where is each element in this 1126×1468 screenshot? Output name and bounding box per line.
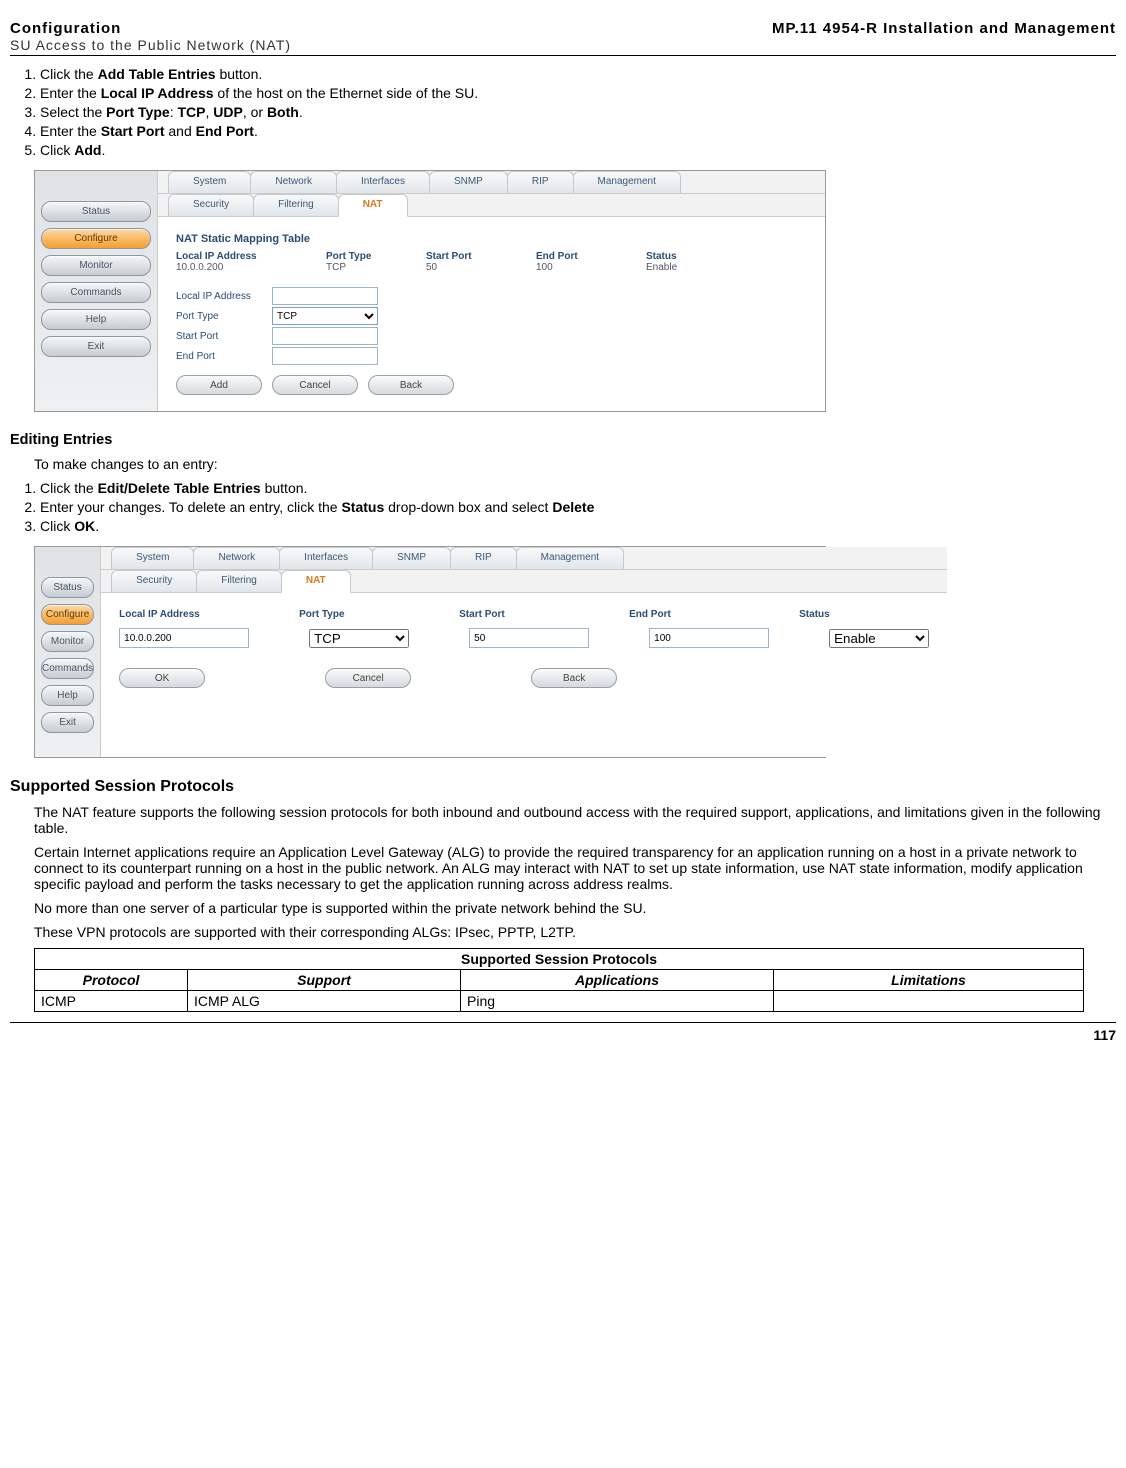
sidebar-monitor[interactable]: Monitor	[41, 255, 151, 276]
ok-button[interactable]: OK	[119, 668, 205, 688]
col-applications: Applications	[461, 970, 774, 991]
tab-management[interactable]: Management	[573, 171, 681, 193]
tab-snmp[interactable]: SNMP	[429, 171, 508, 193]
table-header: Local IP Address Port Type Start Port En…	[119, 609, 929, 620]
input-start-port[interactable]	[272, 327, 378, 345]
header-subtitle: SU Access to the Public Network (NAT)	[10, 37, 291, 53]
page-header: Configuration SU Access to the Public Ne…	[10, 20, 1116, 56]
label-start-port: Start Port	[176, 331, 266, 342]
sidebar-help[interactable]: Help	[41, 685, 94, 706]
back-button[interactable]: Back	[531, 668, 617, 688]
tab-interfaces[interactable]: Interfaces	[279, 547, 373, 569]
sidebar-commands[interactable]: Commands	[41, 282, 151, 303]
header-title: Configuration	[10, 20, 291, 37]
step-4: Enter the Start Port and End Port.	[40, 123, 1116, 139]
tab-system[interactable]: System	[168, 171, 251, 193]
subtab-filtering[interactable]: Filtering	[196, 570, 282, 592]
supported-protocols-heading: Supported Session Protocols	[10, 778, 1116, 796]
table-caption: Supported Session Protocols	[35, 949, 1084, 970]
tab-rip[interactable]: RIP	[507, 171, 574, 193]
header-left: Configuration SU Access to the Public Ne…	[10, 20, 291, 53]
proto-p1: The NAT feature supports the following s…	[34, 804, 1116, 836]
screenshot-edit-entry: Status Configure Monitor Commands Help E…	[34, 546, 826, 758]
edit-step-2: Enter your changes. To delete an entry, …	[40, 499, 1116, 515]
table-header: Local IP Address Port Type Start Port En…	[176, 251, 807, 262]
sidebar-status[interactable]: Status	[41, 201, 151, 222]
back-button[interactable]: Back	[368, 375, 454, 395]
tab-rip[interactable]: RIP	[450, 547, 517, 569]
select-status[interactable]: Enable	[829, 629, 929, 648]
tab-snmp[interactable]: SNMP	[372, 547, 451, 569]
col-protocol: Protocol	[35, 970, 188, 991]
edit-row: TCP Enable	[119, 628, 929, 648]
select-port-type[interactable]: TCP	[272, 307, 378, 325]
sidebar-status[interactable]: Status	[41, 577, 94, 598]
select-port-type[interactable]: TCP	[309, 629, 409, 648]
proto-p4: These VPN protocols are supported with t…	[34, 924, 1116, 940]
input-end-port[interactable]	[272, 347, 378, 365]
tab-network[interactable]: Network	[250, 171, 337, 193]
sidebar-exit[interactable]: Exit	[41, 712, 94, 733]
sidebar: Status Configure Monitor Commands Help E…	[35, 547, 100, 757]
input-ip[interactable]	[119, 628, 249, 648]
add-button[interactable]: Add	[176, 375, 262, 395]
edit-entry-steps: Click the Edit/Delete Table Entries butt…	[40, 480, 1116, 534]
header-right: MP.11 4954-R Installation and Management	[772, 20, 1116, 53]
step-3: Select the Port Type: TCP, UDP, or Both.	[40, 104, 1116, 120]
input-local-ip[interactable]	[272, 287, 378, 305]
sidebar-commands[interactable]: Commands	[41, 658, 94, 679]
cancel-button[interactable]: Cancel	[272, 375, 358, 395]
step-5: Click Add.	[40, 142, 1116, 158]
editing-entries-heading: Editing Entries	[10, 432, 1116, 448]
sidebar-exit[interactable]: Exit	[41, 336, 151, 357]
sidebar-monitor[interactable]: Monitor	[41, 631, 94, 652]
sidebar-configure[interactable]: Configure	[41, 228, 151, 249]
tabs-top: System Network Interfaces SNMP RIP Manag…	[101, 547, 947, 570]
subtab-nat[interactable]: NAT	[281, 570, 351, 593]
input-start-port[interactable]	[469, 628, 589, 648]
sidebar-help[interactable]: Help	[41, 309, 151, 330]
tab-system[interactable]: System	[111, 547, 194, 569]
editing-intro: To make changes to an entry:	[34, 456, 1116, 472]
tab-management[interactable]: Management	[516, 547, 624, 569]
label-local-ip: Local IP Address	[176, 291, 266, 302]
sidebar: Status Configure Monitor Commands Help E…	[35, 171, 157, 411]
label-end-port: End Port	[176, 351, 266, 362]
tab-network[interactable]: Network	[193, 547, 280, 569]
subtab-nat[interactable]: NAT	[338, 194, 408, 217]
table-row: 10.0.0.200 TCP 50 100 Enable	[176, 262, 807, 273]
subtab-security[interactable]: Security	[111, 570, 197, 592]
sidebar-configure[interactable]: Configure	[41, 604, 94, 625]
step-2: Enter the Local IP Address of the host o…	[40, 85, 1116, 101]
cancel-button[interactable]: Cancel	[325, 668, 411, 688]
subtab-security[interactable]: Security	[168, 194, 254, 216]
tab-interfaces[interactable]: Interfaces	[336, 171, 430, 193]
screenshot-add-entry: Status Configure Monitor Commands Help E…	[34, 170, 826, 412]
protocols-table: Supported Session Protocols Protocol Sup…	[34, 948, 1084, 1012]
proto-p2: Certain Internet applications require an…	[34, 844, 1116, 892]
label-port-type: Port Type	[176, 311, 266, 322]
tabs-sub: Security Filtering NAT	[101, 570, 947, 593]
subtab-filtering[interactable]: Filtering	[253, 194, 339, 216]
edit-step-1: Click the Edit/Delete Table Entries butt…	[40, 480, 1116, 496]
col-limitations: Limitations	[774, 970, 1084, 991]
page-number: 117	[10, 1022, 1116, 1043]
panel-title: NAT Static Mapping Table	[176, 233, 807, 245]
step-1: Click the Add Table Entries button.	[40, 66, 1116, 82]
input-end-port[interactable]	[649, 628, 769, 648]
table-row: ICMP ICMP ALG Ping	[35, 991, 1084, 1012]
tabs-sub: Security Filtering NAT	[158, 194, 825, 217]
proto-p3: No more than one server of a particular …	[34, 900, 1116, 916]
col-support: Support	[188, 970, 461, 991]
tabs-top: System Network Interfaces SNMP RIP Manag…	[158, 171, 825, 194]
add-entry-steps: Click the Add Table Entries button. Ente…	[40, 66, 1116, 158]
edit-step-3: Click OK.	[40, 518, 1116, 534]
